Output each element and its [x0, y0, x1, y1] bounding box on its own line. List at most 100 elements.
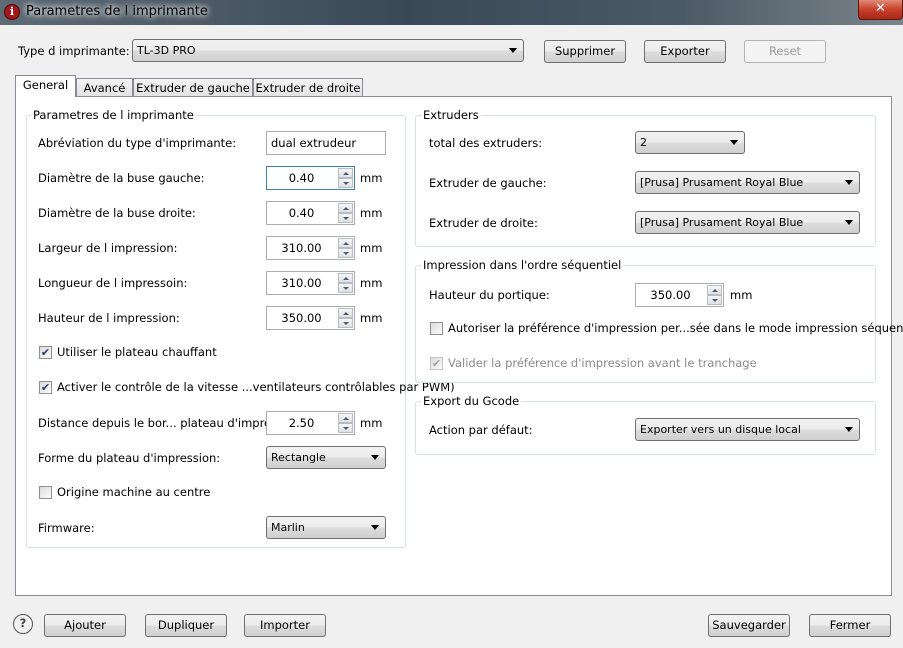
close-window-button[interactable]: ✕ [858, 0, 903, 20]
origin-center-label: Origine machine au centre [57, 485, 211, 499]
allow-preference-checkbox[interactable] [430, 322, 443, 335]
chevron-down-icon [845, 427, 853, 432]
chevron-down-icon [845, 180, 853, 185]
height-label: Hauteur de l impression: [38, 311, 180, 325]
spin-up-icon[interactable] [338, 308, 353, 318]
distance-spinbox[interactable]: 2.50 [266, 411, 355, 435]
spin-down-icon[interactable] [707, 295, 722, 305]
value: 350.00 [281, 311, 322, 325]
value: Rectangle [271, 451, 326, 464]
save-button[interactable]: Sauvegarder [708, 614, 790, 637]
export-button[interactable]: Exporter [644, 40, 726, 63]
spin-down-icon[interactable] [338, 248, 353, 258]
total-extruders-select[interactable]: 2 [635, 131, 745, 154]
unit-label: mm [360, 171, 383, 185]
value: 0.40 [288, 171, 315, 185]
printer-type-value: TL-3D PRO [137, 44, 196, 57]
unit-label: mm [360, 276, 383, 290]
spin-down-icon[interactable] [338, 423, 353, 433]
unit-label: mm [360, 241, 383, 255]
firmware-select[interactable]: Marlin [266, 516, 386, 539]
printer-type-select[interactable]: TL-3D PRO [132, 39, 524, 62]
abbr-input[interactable]: dual extrudeur [266, 131, 386, 155]
width-label: Largeur de l impression: [38, 241, 178, 255]
nozzle-right-label: Diamètre de la buse droite: [38, 206, 196, 220]
group-title: Impression dans l'ordre séquentiel [421, 258, 624, 272]
value: [Prusa] Prusament Royal Blue [640, 216, 804, 229]
spin-up-icon[interactable] [707, 285, 722, 295]
value: [Prusa] Prusament Royal Blue [640, 176, 804, 189]
reset-button[interactable]: Reset [744, 40, 826, 63]
left-extruder-select[interactable]: [Prusa] Prusament Royal Blue [635, 171, 860, 194]
nozzle-left-spinbox[interactable]: 0.40 [266, 166, 355, 190]
tab-general[interactable]: General [15, 75, 76, 97]
length-spinbox[interactable]: 310.00 [266, 271, 355, 295]
allow-preference-label: Autoriser la préférence d'impression per… [448, 321, 903, 335]
group-title: Extruders [421, 108, 481, 122]
default-action-label: Action par défaut: [429, 423, 533, 437]
right-extruder-label: Extruder de droite: [429, 216, 538, 230]
fan-control-checkbox[interactable]: ✔ [39, 381, 52, 394]
unit-label: mm [730, 288, 753, 302]
close-button[interactable]: Fermer [809, 614, 891, 637]
chevron-down-icon [509, 48, 517, 53]
abbr-label: Abréviation du type d'imprimante: [38, 136, 237, 150]
value: 350.00 [650, 288, 691, 302]
gantry-height-label: Hauteur du portique: [429, 288, 550, 302]
printer-type-label: Type d imprimante: [18, 44, 130, 58]
delete-button[interactable]: Supprimer [544, 40, 626, 63]
title-bar: i Parametres de l imprimante ✕ [0, 0, 903, 25]
default-action-select[interactable]: Exporter vers un disque local [635, 418, 860, 441]
group-title: Parametres de l imprimante [31, 108, 196, 122]
spin-up-icon[interactable] [338, 238, 353, 248]
validate-preference-checkbox[interactable]: ✔ [430, 357, 443, 370]
fan-control-label: Activer le contrôle de la vitesse ...ven… [57, 380, 455, 394]
chevron-down-icon [371, 525, 379, 530]
heated-bed-label: Utiliser le plateau chauffant [57, 345, 217, 359]
origin-center-checkbox[interactable] [39, 486, 52, 499]
right-extruder-select[interactable]: [Prusa] Prusament Royal Blue [635, 211, 860, 234]
add-button[interactable]: Ajouter [44, 614, 126, 637]
nozzle-right-spinbox[interactable]: 0.40 [266, 201, 355, 225]
value: 310.00 [281, 241, 322, 255]
total-extruders-label: total des extruders: [429, 136, 543, 150]
unit-label: mm [360, 311, 383, 325]
spin-up-icon[interactable] [338, 413, 353, 423]
tab-advanced[interactable]: Avancé [76, 78, 133, 97]
spin-up-icon[interactable] [338, 203, 353, 213]
chevron-down-icon [845, 220, 853, 225]
chevron-down-icon [371, 455, 379, 460]
height-spinbox[interactable]: 350.00 [266, 306, 355, 330]
value: Exporter vers un disque local [640, 423, 801, 436]
spin-up-icon[interactable] [338, 168, 353, 178]
tab-right-extruder[interactable]: Extruder de droite [253, 78, 363, 97]
distance-label: Distance depuis le bor... plateau d'impr… [38, 416, 305, 430]
spin-down-icon[interactable] [338, 318, 353, 328]
nozzle-left-label: Diamètre de la buse gauche: [38, 171, 205, 185]
spin-down-icon[interactable] [338, 178, 353, 188]
app-icon: i [4, 4, 20, 20]
spin-down-icon[interactable] [338, 283, 353, 293]
validate-preference-label: Valider la préférence d'impression avant… [448, 356, 757, 370]
window-title: Parametres de l imprimante [26, 4, 208, 19]
bed-shape-select[interactable]: Rectangle [266, 446, 386, 469]
heated-bed-checkbox[interactable]: ✔ [39, 346, 52, 359]
value: 2 [640, 136, 647, 149]
help-icon[interactable]: ? [13, 614, 33, 634]
import-button[interactable]: Importer [244, 614, 326, 637]
spin-down-icon[interactable] [338, 213, 353, 223]
value: 0.40 [288, 206, 315, 220]
gantry-height-spinbox[interactable]: 350.00 [635, 283, 724, 307]
value: 2.50 [288, 416, 315, 430]
unit-label: mm [360, 416, 383, 430]
bed-shape-label: Forme du plateau d'impression: [38, 451, 221, 465]
chevron-down-icon [730, 140, 738, 145]
tab-left-extruder[interactable]: Extruder de gauche [133, 78, 253, 97]
width-spinbox[interactable]: 310.00 [266, 236, 355, 260]
value: Marlin [271, 521, 305, 534]
unit-label: mm [360, 206, 383, 220]
duplicate-button[interactable]: Dupliquer [145, 614, 227, 637]
group-title: Export du Gcode [421, 394, 522, 408]
firmware-label: Firmware: [38, 521, 95, 535]
spin-up-icon[interactable] [338, 273, 353, 283]
